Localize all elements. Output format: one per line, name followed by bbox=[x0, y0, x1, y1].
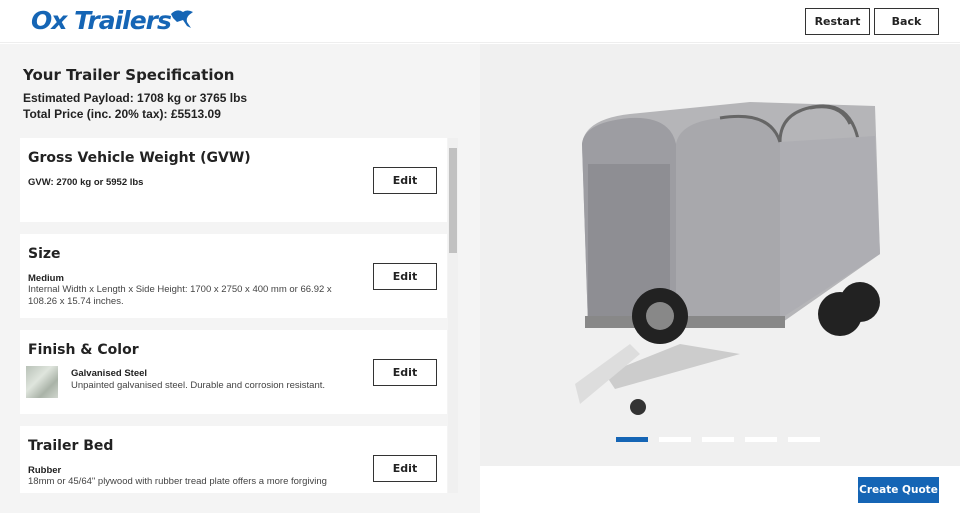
carousel-dot-2[interactable] bbox=[659, 437, 691, 442]
trailer-viewer[interactable] bbox=[480, 44, 960, 466]
card-gvw: Gross Vehicle Weight (GVW) GVW: 2700 kg … bbox=[20, 138, 447, 222]
header: Ox Trailers Restart Back bbox=[0, 0, 960, 43]
card-description: Unpainted galvanised steel. Durable and … bbox=[71, 380, 326, 391]
estimated-payload: Estimated Payload: 1708 kg or 3765 lbs bbox=[23, 91, 248, 105]
card-bed: Trailer Bed Rubber 18mm or 45/64" plywoo… bbox=[20, 426, 447, 493]
card-description: 18mm or 45/64" plywood with rubber tread… bbox=[28, 476, 327, 487]
scrollbar[interactable] bbox=[448, 138, 458, 493]
carousel-dots bbox=[616, 437, 820, 442]
page-title: Your Trailer Specification bbox=[23, 66, 235, 84]
card-finish: Finish & Color Galvanised Steel Unpainte… bbox=[20, 330, 447, 414]
card-size: Size Medium Internal Width x Length x Si… bbox=[20, 234, 447, 318]
carousel-dot-5[interactable] bbox=[788, 437, 820, 442]
card-title: Finish & Color bbox=[28, 342, 139, 358]
scrollbar-thumb[interactable] bbox=[449, 148, 457, 253]
card-title: Gross Vehicle Weight (GVW) bbox=[28, 150, 251, 166]
card-value: Galvanised Steel bbox=[71, 368, 148, 379]
card-title: Trailer Bed bbox=[28, 438, 114, 454]
logo-text: Ox Trailers bbox=[31, 6, 172, 35]
carousel-dot-4[interactable] bbox=[745, 437, 777, 442]
edit-finish-button[interactable]: Edit bbox=[373, 359, 437, 386]
edit-gvw-button[interactable]: Edit bbox=[373, 167, 437, 194]
back-button[interactable]: Back bbox=[874, 8, 939, 35]
galvanised-swatch bbox=[26, 366, 58, 398]
spec-list: Gross Vehicle Weight (GVW) GVW: 2700 kg … bbox=[20, 138, 447, 493]
carousel-dot-1[interactable] bbox=[616, 437, 648, 442]
ox-logo-icon bbox=[170, 10, 193, 28]
card-description: Internal Width x Length x Side Height: 1… bbox=[28, 284, 332, 307]
card-value: Medium bbox=[28, 273, 64, 284]
total-price: Total Price (inc. 20% tax): £5513.09 bbox=[23, 107, 221, 121]
create-quote-button[interactable]: Create Quote bbox=[858, 477, 939, 503]
card-title: Size bbox=[28, 246, 61, 262]
edit-bed-button[interactable]: Edit bbox=[373, 455, 437, 482]
edit-size-button[interactable]: Edit bbox=[373, 263, 437, 290]
trailer-image bbox=[575, 102, 880, 415]
restart-button[interactable]: Restart bbox=[805, 8, 870, 35]
carousel-dot-3[interactable] bbox=[702, 437, 734, 442]
card-value: GVW: 2700 kg or 5952 lbs bbox=[28, 177, 144, 188]
card-value: Rubber bbox=[28, 465, 62, 476]
logo[interactable]: Ox Trailers bbox=[31, 6, 197, 35]
